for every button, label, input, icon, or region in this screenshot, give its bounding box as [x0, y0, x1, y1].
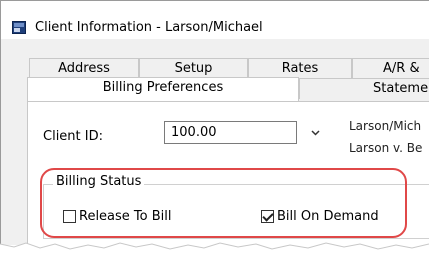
client-info-app-icon: [12, 21, 26, 34]
client-id-label: Client ID:: [43, 129, 103, 144]
tab-address[interactable]: Address: [29, 58, 139, 79]
tab-ar[interactable]: A/R &: [352, 58, 429, 79]
client-name-text: Larson/Mich: [349, 119, 422, 133]
tab-rates[interactable]: Rates: [248, 58, 352, 79]
client-id-field[interactable]: 100.00: [164, 121, 297, 144]
chevron-down-icon: [310, 130, 320, 136]
tab-row-top: Address Setup Rates A/R &: [29, 58, 429, 79]
client-id-dropdown-button[interactable]: [302, 121, 328, 145]
tab-statements[interactable]: Statemer: [299, 78, 429, 99]
matter-name-text: Larson v. Be: [349, 141, 423, 155]
bill-on-demand-checkbox[interactable]: Bill On Demand: [261, 209, 379, 224]
window-title: Client Information - Larson/Michael: [35, 20, 263, 35]
torn-paper-edge: [0, 242, 429, 257]
client-information-window: Client Information - Larson/Michael Addr…: [0, 0, 429, 245]
window-titlebar[interactable]: Client Information - Larson/Michael: [1, 1, 429, 39]
release-to-bill-label: Release To Bill: [79, 209, 172, 224]
tab-billing-preferences[interactable]: Billing Preferences: [27, 77, 299, 101]
release-to-bill-checkbox[interactable]: Release To Bill: [63, 209, 172, 224]
release-to-bill-checkbox-box[interactable]: [63, 210, 76, 223]
bill-on-demand-checkbox-box[interactable]: [261, 210, 274, 223]
billing-status-title: Billing Status: [53, 174, 145, 189]
tab-row-bottom: Billing Preferences Statemer: [27, 77, 429, 101]
bill-on-demand-label: Bill On Demand: [277, 209, 379, 224]
tab-setup[interactable]: Setup: [139, 58, 248, 79]
